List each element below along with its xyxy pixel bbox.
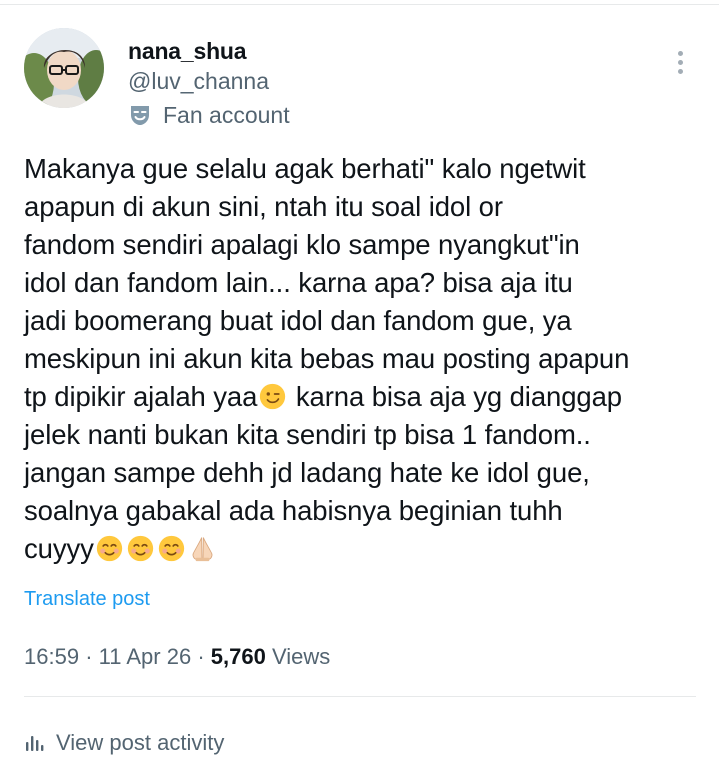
post-line: jadi boomerang buat idol dan fandom gue,…: [24, 305, 572, 336]
post-time[interactable]: 16:59: [24, 644, 79, 669]
post-line-part: tp dipikir ajalah yaa: [24, 381, 258, 412]
post-line: soalnya gabakal ada habisnya beginian tu…: [24, 495, 563, 526]
meta-separator: ·: [197, 644, 205, 669]
post-text: Makanya gue selalu agak berhati" kalo ng…: [24, 150, 704, 568]
post-line: meskipun ini akun kita bebas mau posting…: [24, 343, 630, 374]
divider: [24, 696, 696, 697]
post-line-part: karna bisa aja yg dianggap: [288, 381, 622, 412]
views-label: Views: [271, 644, 331, 669]
post-date[interactable]: 11 Apr 26: [99, 644, 192, 669]
analytics-bars-icon: [26, 736, 44, 751]
more-dot-icon: [677, 68, 683, 74]
smiling-face-emoji: [96, 535, 122, 562]
account-label-text: Fan account: [163, 101, 290, 128]
view-post-activity-label: View post activity: [56, 730, 225, 755]
view-post-activity-button[interactable]: View post activity: [24, 728, 224, 758]
views-count: 5,760: [210, 644, 266, 669]
folded-hands-emoji: [192, 537, 213, 562]
more-dot-icon: [677, 50, 683, 56]
account-label: Fan account: [128, 100, 290, 130]
avatar[interactable]: [24, 28, 104, 108]
post-line: Makanya gue selalu agak berhati" kalo ng…: [24, 153, 586, 184]
post-line: tp dipikir ajalah yaa karna bisa aja yg …: [24, 378, 704, 416]
post-line: cuyyy: [24, 530, 704, 568]
meta-separator: ·: [85, 644, 93, 669]
smiling-face-emoji: [158, 535, 184, 562]
top-divider: [0, 4, 719, 5]
post-line: apapun di akun sini, ntah itu soal idol …: [24, 191, 503, 222]
post-line: idol dan fandom lain... karna apa? bisa …: [24, 267, 573, 298]
post-line-part: cuyyy: [24, 533, 94, 564]
post-line: fandom sendiri apalagi klo sampe nyangku…: [24, 229, 580, 260]
post-detail: nana_shua @luv_channa Fan account Makany…: [0, 0, 719, 784]
post-line: jangan sampe dehh jd ladang hate ke idol…: [24, 457, 590, 488]
more-options-button[interactable]: [662, 44, 698, 80]
post-metadata: 16:59 · 11 Apr 26 · 5,760 Views: [24, 644, 330, 670]
user-handle[interactable]: @luv_channa: [128, 68, 269, 95]
more-dot-icon: [677, 59, 683, 65]
smiling-face-emoji: [127, 535, 153, 562]
translate-post-link[interactable]: Translate post: [24, 588, 150, 611]
winking-face-emoji: [260, 383, 286, 410]
theater-mask-icon: [128, 103, 152, 127]
display-name[interactable]: nana_shua: [128, 38, 247, 65]
post-line: jelek nanti bukan kita sendiri tp bisa 1…: [24, 419, 591, 450]
